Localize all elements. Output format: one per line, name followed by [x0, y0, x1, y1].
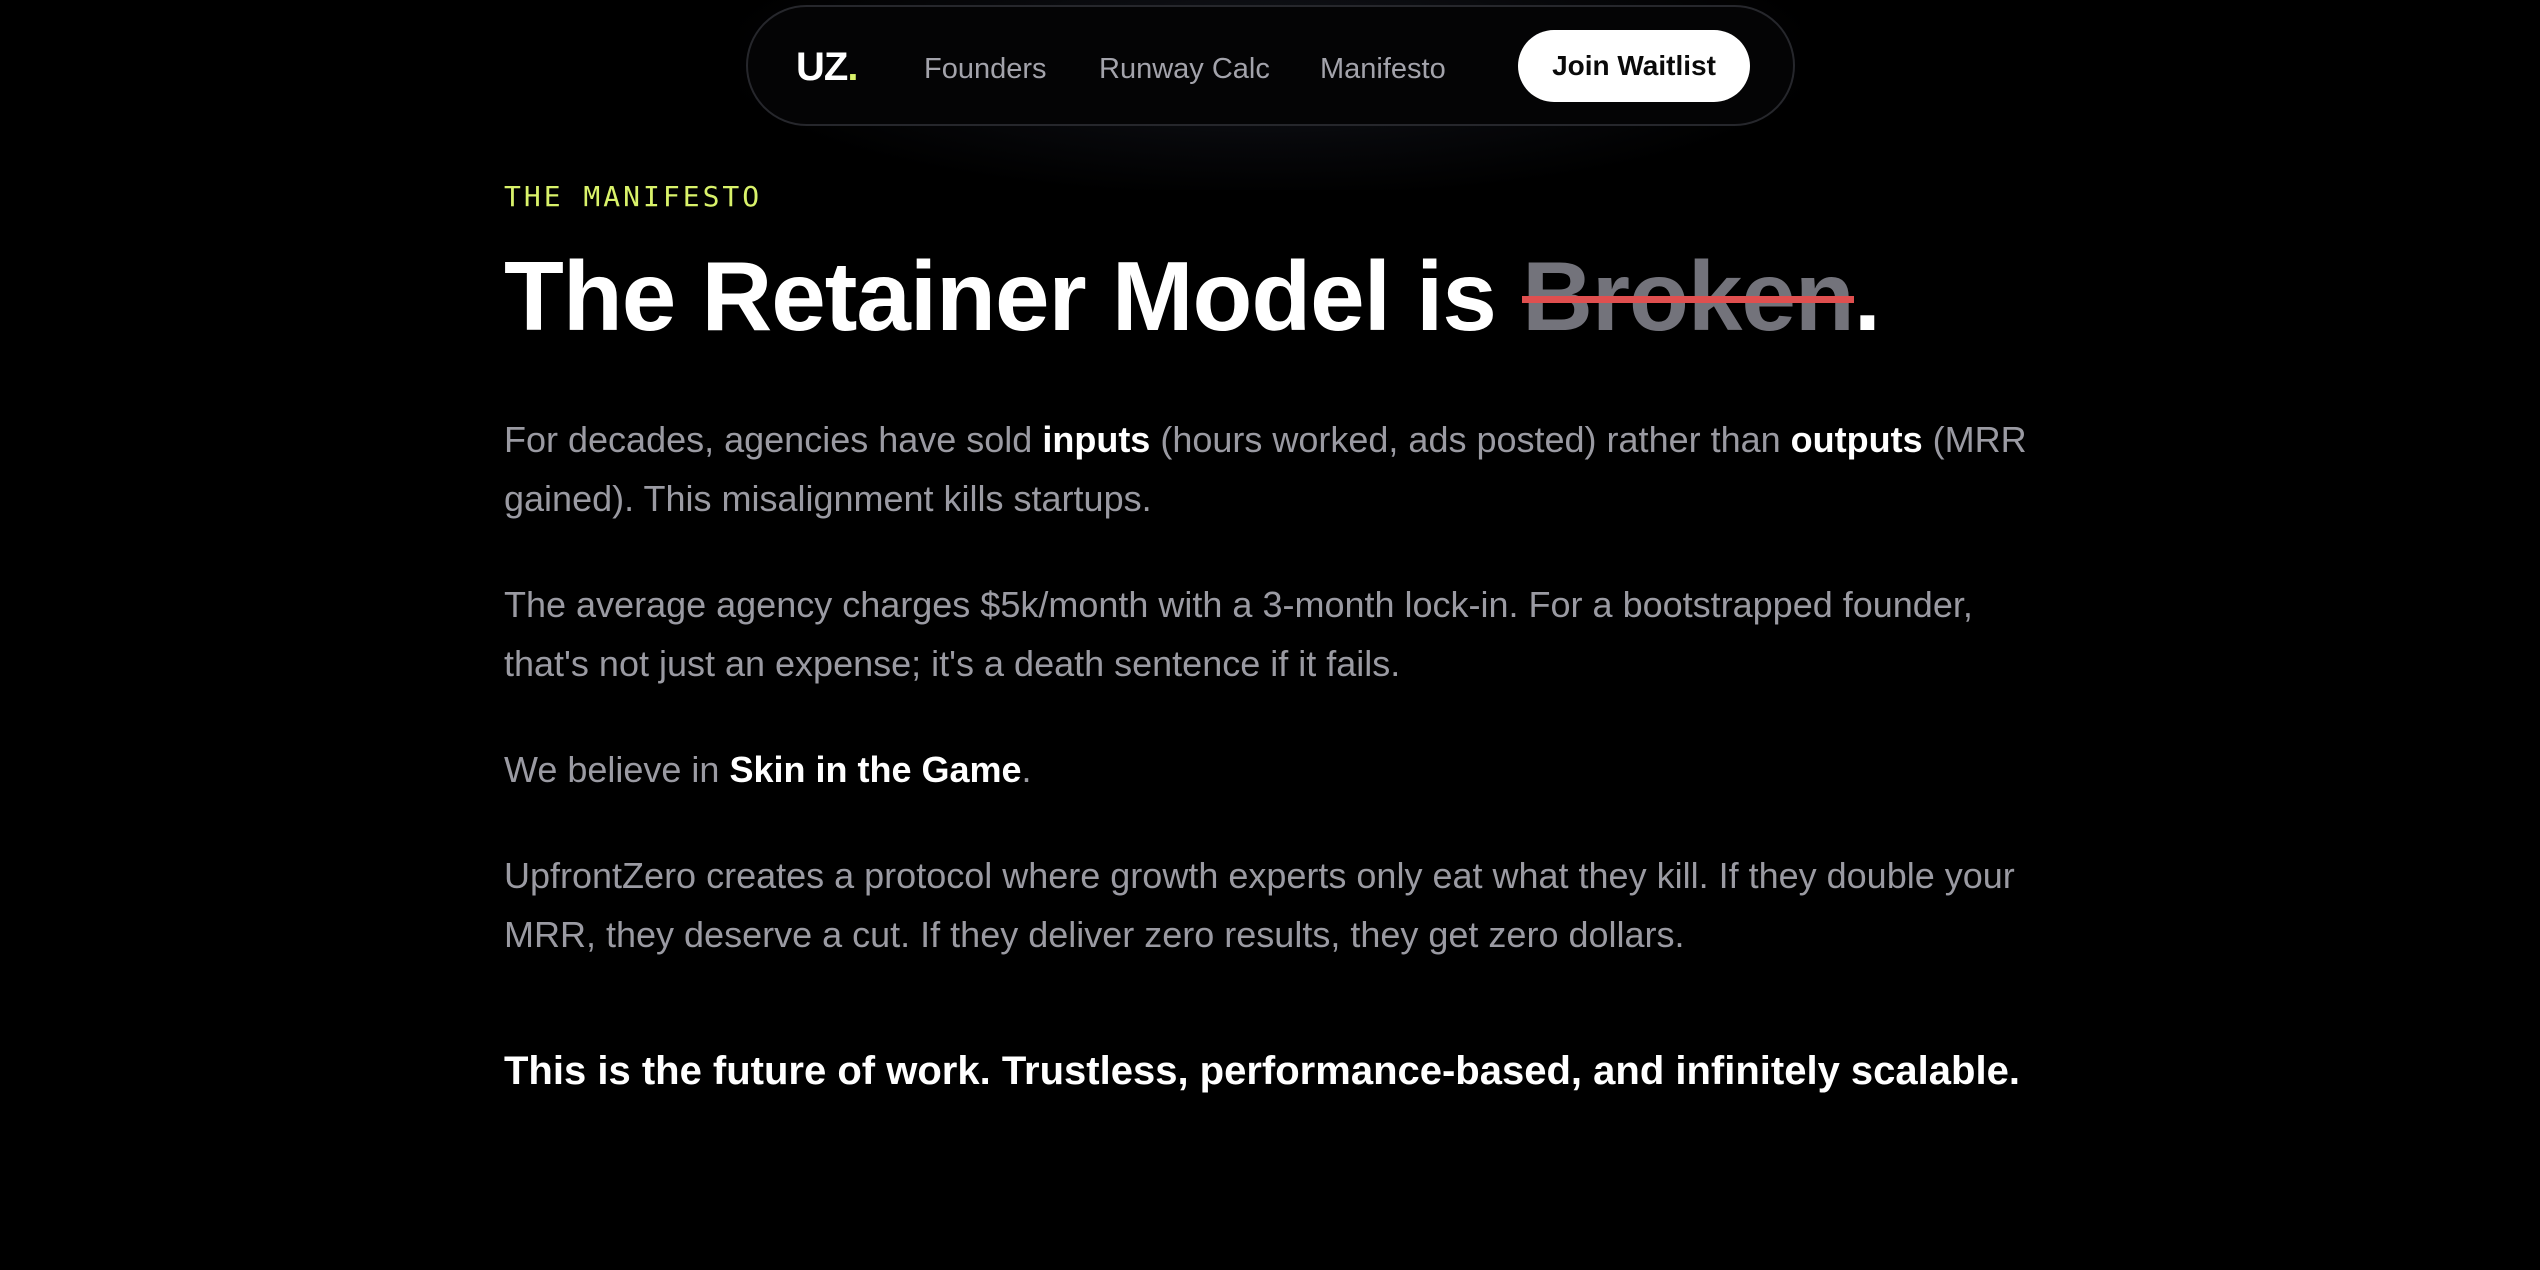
p1-bold-outputs: outputs [1790, 419, 1923, 460]
closing-statement: This is the future of work. Trustless, p… [504, 1049, 2020, 1093]
navbar: UZ. Founders Runway Calc Manifesto Join … [746, 5, 1795, 126]
section-eyebrow: THE MANIFESTO [504, 180, 763, 213]
logo-text: UZ [796, 45, 848, 89]
headline-suffix: . [1853, 241, 1881, 351]
p3-text-2: . [1021, 749, 1032, 790]
nav-link-runway-calc[interactable]: Runway Calc [1099, 51, 1270, 87]
paragraph-protocol: UpfrontZero creates a protocol where gro… [504, 855, 2015, 955]
paragraph-inputs-outputs: For decades, agencies have sold inputs (… [504, 410, 2034, 528]
p3-bold-skin: Skin in the Game [729, 749, 1022, 790]
p1-text-1: For decades, agencies have sold [504, 419, 1043, 460]
p1-text-2: (hours worked, ads posted) rather than [1150, 419, 1791, 460]
p1-bold-inputs: inputs [1042, 419, 1151, 460]
nav-link-founders[interactable]: Founders [924, 51, 1047, 87]
paragraph-skin-in-game: We believe in Skin in the Game. [504, 740, 2034, 799]
nav-link-manifesto[interactable]: Manifesto [1320, 51, 1446, 87]
headline-prefix: The Retainer Model is [504, 241, 1523, 351]
join-waitlist-button[interactable]: Join Waitlist [1518, 30, 1750, 102]
page: UZ. Founders Runway Calc Manifesto Join … [0, 0, 2540, 1270]
logo-dot: . [847, 45, 858, 89]
paragraph-agency-cost: The average agency charges $5k/month wit… [504, 584, 1973, 684]
p3-text-1: We believe in [504, 749, 730, 790]
page-title: The Retainer Model is Broken. [504, 236, 1881, 356]
logo[interactable]: UZ. [796, 39, 858, 95]
headline-struck-word: Broken [1522, 236, 1855, 356]
